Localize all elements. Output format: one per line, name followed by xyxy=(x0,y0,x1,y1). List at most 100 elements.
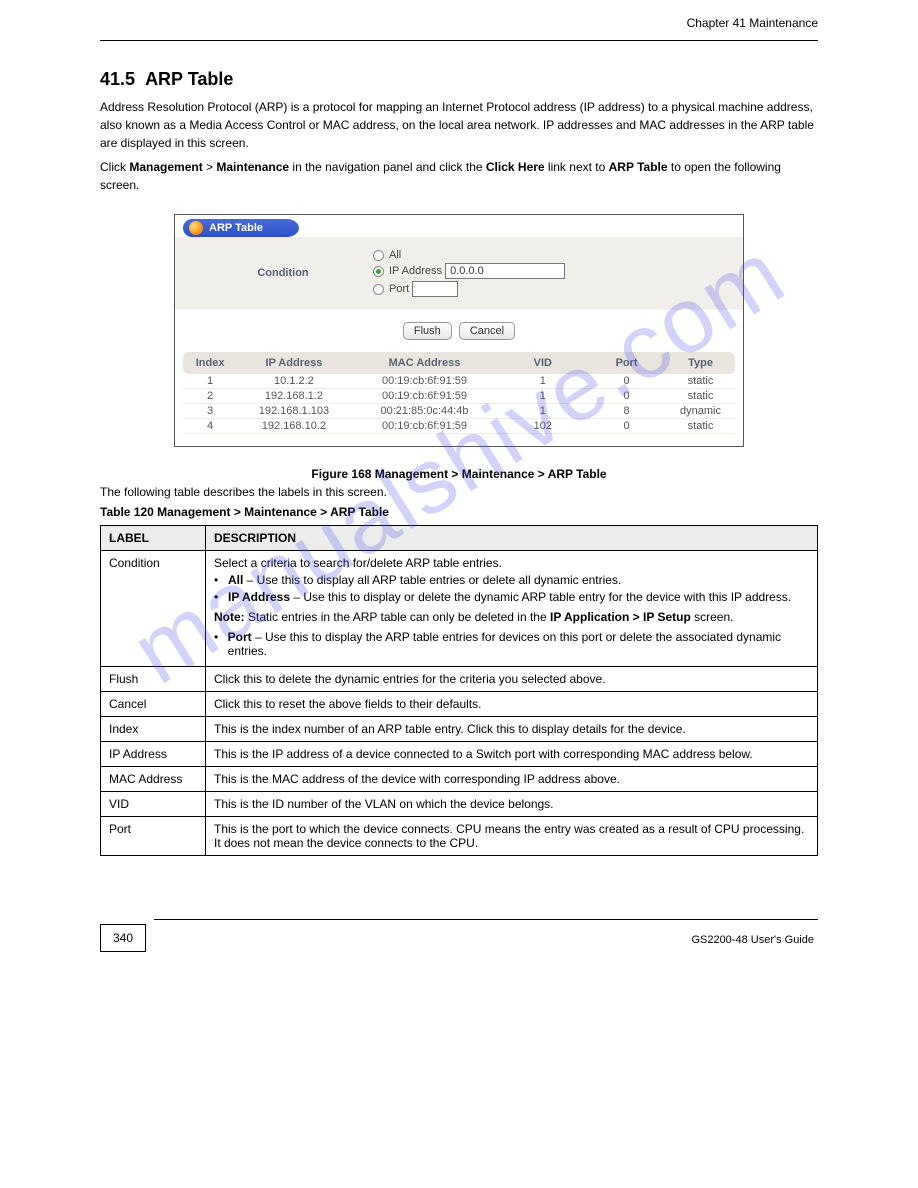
panel-title-text: ARP Table xyxy=(209,222,263,234)
desc-row-label: Flush xyxy=(101,667,206,692)
port-input[interactable] xyxy=(412,281,458,297)
section-title-text: ARP Table xyxy=(145,69,233,89)
cell-ip: 192.168.10.2 xyxy=(237,420,350,432)
desc-row-label: IP Address xyxy=(101,742,206,767)
desc-row-desc: This is the port to which the device con… xyxy=(206,817,818,856)
radio-ip-address[interactable] xyxy=(373,266,384,277)
desc-row-desc: Select a criteria to search for/delete A… xyxy=(206,551,818,667)
desc-header-label: LABEL xyxy=(101,526,206,551)
r1-note-b2: IP Application > IP Setup xyxy=(550,610,691,624)
p2-b2: Maintenance xyxy=(216,160,289,174)
cell-vid: 1 xyxy=(498,375,587,387)
desc-row-desc: Click this to reset the above fields to … xyxy=(206,692,818,717)
desc-row-label: Condition xyxy=(101,551,206,667)
p2-prefix: Click xyxy=(100,160,129,174)
r1-b2-b: IP Address xyxy=(228,590,290,604)
col-vid: VID xyxy=(498,357,587,369)
desc-header-desc: DESCRIPTION xyxy=(206,526,818,551)
cell-type: static xyxy=(666,420,735,432)
r1-note-t2: screen. xyxy=(691,610,734,624)
cell-vid: 102 xyxy=(498,420,587,432)
p2-b4: ARP Table xyxy=(609,160,668,174)
radio-port[interactable] xyxy=(373,284,384,295)
section-title: 41.5 ARP Table xyxy=(100,69,818,90)
cancel-button[interactable]: Cancel xyxy=(459,322,515,340)
desc-intro: The following table describes the labels… xyxy=(100,485,818,499)
cell-port: 0 xyxy=(587,375,666,387)
desc-row-label: Port xyxy=(101,817,206,856)
cell-index[interactable]: 1 xyxy=(183,375,237,387)
description-table: LABEL DESCRIPTION Condition Select a cri… xyxy=(100,525,818,856)
cell-type: static xyxy=(666,390,735,402)
col-type: Type xyxy=(666,357,735,369)
r1-b1-b: All xyxy=(228,573,243,587)
p2-mid2: in the navigation panel and click the xyxy=(289,160,486,174)
cell-mac: 00:19:cb:6f:91:59 xyxy=(351,390,499,402)
arp-table-header: Index IP Address MAC Address VID Port Ty… xyxy=(183,352,735,374)
r1-note-t: Static entries in the ARP table can only… xyxy=(245,610,550,624)
desc-row-label: MAC Address xyxy=(101,767,206,792)
footer-rule xyxy=(154,919,818,920)
chapter-header: Chapter 41 Maintenance xyxy=(687,16,818,30)
cell-ip: 192.168.1.103 xyxy=(237,405,350,417)
paragraph-1: Address Resolution Protocol (ARP) is a p… xyxy=(100,98,818,152)
table-row: 2 192.168.1.2 00:19:cb:6f:91:59 1 0 stat… xyxy=(183,389,735,404)
bullet-icon: • xyxy=(214,630,228,658)
desc-row-desc: Click this to delete the dynamic entries… xyxy=(206,667,818,692)
radio-port-label: Port xyxy=(389,283,409,295)
radio-all[interactable] xyxy=(373,250,384,261)
flush-button[interactable]: Flush xyxy=(403,322,452,340)
desc-row-desc: This is the MAC address of the device wi… xyxy=(206,767,818,792)
cell-type: static xyxy=(666,375,735,387)
r1-b2-t: – Use this to display or delete the dyna… xyxy=(290,590,791,604)
cell-index[interactable]: 4 xyxy=(183,420,237,432)
r1-b3-t: – Use this to display the ARP table entr… xyxy=(228,630,781,658)
col-mac: MAC Address xyxy=(351,357,499,369)
cell-index[interactable]: 2 xyxy=(183,390,237,402)
cell-vid: 1 xyxy=(498,390,587,402)
cell-mac: 00:19:cb:6f:91:59 xyxy=(351,375,499,387)
figure-caption: Figure 168 Management > Maintenance > AR… xyxy=(100,467,818,481)
table-row: 4 192.168.10.2 00:19:cb:6f:91:59 102 0 s… xyxy=(183,419,735,434)
desc-row-label: Index xyxy=(101,717,206,742)
desc-row-desc: This is the ID number of the VLAN on whi… xyxy=(206,792,818,817)
p2-mid3: link next to xyxy=(545,160,609,174)
desc-table-title-text: Table 120 Management > Maintenance > ARP… xyxy=(100,505,389,519)
cell-ip: 192.168.1.2 xyxy=(237,390,350,402)
section-number: 41.5 xyxy=(100,69,135,89)
cell-type: dynamic xyxy=(666,405,735,417)
bullet-icon: • xyxy=(214,573,228,587)
desc-row-desc: This is the IP address of a device conne… xyxy=(206,742,818,767)
cell-mac: 00:21:85:0c:44:4b xyxy=(351,405,499,417)
table-row: 1 10.1.2.2 00:19:cb:6f:91:59 1 0 static xyxy=(183,374,735,389)
table-row: 3 192.168.1.103 00:21:85:0c:44:4b 1 8 dy… xyxy=(183,404,735,419)
header-rule xyxy=(100,40,818,41)
footer-text: GS2200-48 User's Guide xyxy=(100,934,814,946)
arp-table-screenshot: ARP Table Condition All IP Address Port xyxy=(174,214,744,447)
col-port: Port xyxy=(587,357,666,369)
col-index: Index xyxy=(183,357,237,369)
r1-note-b: Note: xyxy=(214,610,245,624)
desc-row-label: VID xyxy=(101,792,206,817)
paragraph-2: Click Management > Maintenance in the na… xyxy=(100,158,818,194)
desc-row-desc: This is the index number of an ARP table… xyxy=(206,717,818,742)
cell-port: 0 xyxy=(587,390,666,402)
p2-mid: > xyxy=(203,160,217,174)
page-number: 340 xyxy=(100,924,146,952)
cell-index[interactable]: 3 xyxy=(183,405,237,417)
r1-b3-b: Port xyxy=(228,630,252,644)
desc-table-title: Table 120 Management > Maintenance > ARP… xyxy=(100,505,818,519)
desc-row-label: Cancel xyxy=(101,692,206,717)
ip-address-input[interactable] xyxy=(445,263,565,279)
cell-ip: 10.1.2.2 xyxy=(237,375,350,387)
panel-title-dot-icon xyxy=(189,221,203,235)
col-ip: IP Address xyxy=(237,357,350,369)
p2-b3: Click Here xyxy=(486,160,545,174)
p2-b1: Management xyxy=(129,160,202,174)
cell-vid: 1 xyxy=(498,405,587,417)
radio-all-label: All xyxy=(389,249,401,261)
panel-title-pill: ARP Table xyxy=(183,219,299,237)
r1-intro: Select a criteria to search for/delete A… xyxy=(214,556,809,570)
cell-port: 0 xyxy=(587,420,666,432)
bullet-icon: • xyxy=(214,590,228,604)
